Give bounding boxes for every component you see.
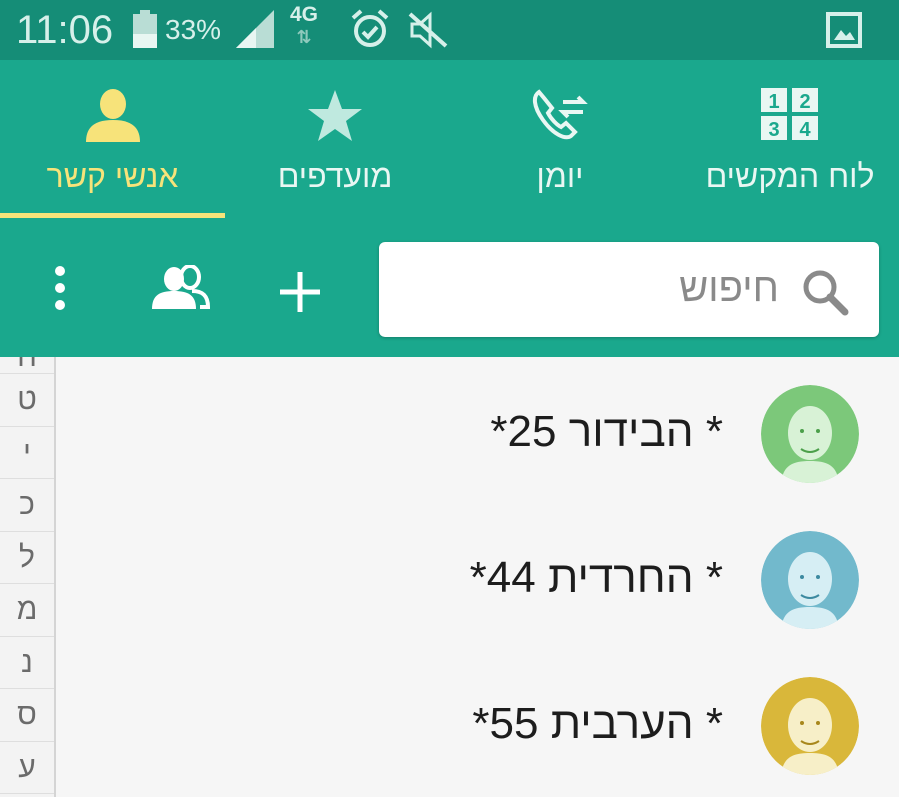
search-icon: [803, 270, 849, 316]
avatar: [761, 677, 859, 775]
mute-icon: [408, 11, 448, 49]
call-log-icon: [532, 89, 588, 140]
tab-bar: 1 2 3 4 לוח המקשים יומן מועדפים אנשי קשר: [0, 60, 899, 220]
contact-row[interactable]: * החרדית 44*: [56, 503, 899, 648]
dialpad-icon: 1 2 3 4: [761, 88, 818, 141]
tab-contacts[interactable]: אנשי קשר: [0, 60, 225, 220]
person-icon: [85, 89, 140, 142]
tab-label: לוח המקשים: [705, 158, 875, 194]
index-letter[interactable]: י: [0, 427, 54, 479]
status-bar: 11:06 33% 4G ⇅: [0, 0, 899, 60]
index-letter[interactable]: ט: [0, 374, 54, 427]
index-letter[interactable]: ל: [0, 532, 54, 584]
index-letter[interactable]: נ: [0, 637, 54, 689]
dialpad-digit: 1: [768, 91, 779, 113]
alarm-icon: [351, 9, 389, 47]
contact-row[interactable]: * הבידור 25*: [56, 357, 899, 502]
tab-label: יומן: [536, 158, 584, 194]
status-time: 11:06: [16, 8, 114, 52]
index-letter[interactable]: ע: [0, 742, 54, 794]
contact-row[interactable]: * הערבית 55*: [56, 649, 899, 794]
battery-icon: [133, 10, 157, 48]
index-letter[interactable]: ס: [0, 689, 54, 742]
index-letter[interactable]: כ: [0, 479, 54, 532]
tab-log[interactable]: יומן: [480, 60, 640, 220]
contact-name: * החרדית 44*: [469, 553, 723, 602]
tab-dialpad[interactable]: 1 2 3 4 לוח המקשים: [690, 60, 890, 220]
avatar: [761, 531, 859, 629]
alphabet-index[interactable]: ח ט י כ ל מ נ ס ע: [0, 357, 56, 797]
contact-name: * הבידור 25*: [490, 407, 723, 456]
contacts-toolbar: חיפוש: [0, 220, 899, 357]
active-tab-indicator: [0, 213, 225, 218]
index-letter[interactable]: מ: [0, 584, 54, 637]
gallery-icon: [826, 12, 862, 48]
search-box[interactable]: חיפוש: [379, 242, 879, 337]
tab-label: מועדפים: [277, 158, 393, 194]
dialpad-digit: 2: [799, 91, 810, 113]
more-icon[interactable]: [50, 265, 70, 311]
avatar: [761, 385, 859, 483]
add-icon[interactable]: [278, 270, 322, 314]
contact-name: * הערבית 55*: [472, 699, 723, 748]
network-type-label: 4G: [290, 3, 319, 26]
tab-favorites[interactable]: מועדפים: [250, 60, 420, 220]
groups-icon[interactable]: [150, 265, 210, 311]
index-letter[interactable]: ח: [0, 357, 54, 374]
network-arrows: ⇅: [296, 27, 312, 47]
tab-label: אנשי קשר: [46, 158, 179, 194]
dialpad-digit: 4: [799, 119, 811, 141]
dialpad-digit: 3: [768, 119, 779, 141]
contact-list: * הבידור 25* * החרדית 44* * הערבית 55*: [56, 357, 899, 797]
search-placeholder: חיפוש: [679, 266, 779, 310]
star-icon: [308, 90, 362, 141]
network-type: 4G ⇅: [290, 4, 318, 48]
battery-percent: 33%: [165, 14, 222, 45]
signal-icon: [236, 10, 274, 48]
